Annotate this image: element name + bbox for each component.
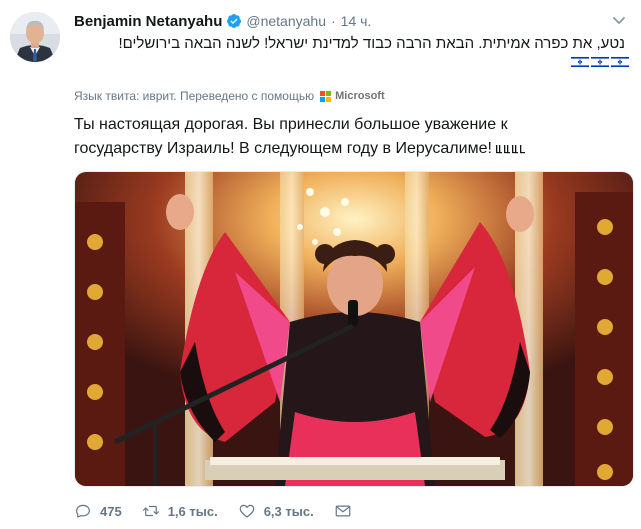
user-handle[interactable]: @netanyahu (246, 13, 326, 29)
like-count: 6,3 тыс. (263, 503, 314, 519)
translator-name[interactable]: Microsoft (335, 90, 385, 102)
separator-dot: · (330, 13, 336, 29)
translation-attribution: Язык твита: иврит. Переведено с помощью … (74, 89, 385, 103)
tweet-card[interactable]: Benjamin Netanyahu @netanyahu · 14 ч. נט… (0, 0, 641, 529)
chevron-down-icon[interactable] (611, 12, 627, 28)
avatar[interactable] (10, 12, 60, 62)
like-button[interactable]: 6,3 тыс. (238, 502, 314, 520)
tweet-header: Benjamin Netanyahu @netanyahu · 14 ч. (74, 11, 371, 31)
performance-photo (75, 172, 633, 486)
tweet-photo[interactable] (74, 171, 634, 487)
reply-button[interactable]: 475 (74, 502, 122, 520)
tweet-actions: 475 1,6 тыс. 6,3 тыс. (74, 502, 380, 520)
flag-icon (591, 56, 609, 68)
reply-icon (76, 504, 90, 518)
retweet-icon (142, 505, 159, 517)
flag-emoji-row (571, 56, 629, 68)
flag-glyphs-icon (496, 144, 526, 153)
translated-text: Ты настоящая дорогая. Вы принесли большо… (74, 116, 508, 157)
translation-label: Язык твита: иврит. Переведено с помощью (74, 89, 315, 103)
tweet-text-translated: Ты настоящая дорогая. Вы принесли большо… (74, 113, 594, 161)
retweet-count: 1,6 тыс. (167, 503, 218, 519)
microsoft-logo-icon[interactable] (320, 90, 332, 102)
profile-photo (10, 12, 60, 62)
envelope-icon (335, 505, 351, 517)
tweet-text-original: נטע, את כפרה אמיתית. הבאת הרבה כבוד למדי… (118, 35, 626, 52)
heart-icon (239, 504, 255, 518)
flag-icon (571, 56, 589, 68)
flag-icon (611, 56, 629, 68)
display-name[interactable]: Benjamin Netanyahu (74, 13, 222, 30)
retweet-button[interactable]: 1,6 тыс. (142, 502, 218, 520)
timestamp[interactable]: 14 ч. (341, 13, 372, 29)
verified-badge-icon (226, 13, 242, 29)
direct-message-button[interactable] (334, 502, 360, 520)
reply-count: 475 (100, 503, 122, 519)
